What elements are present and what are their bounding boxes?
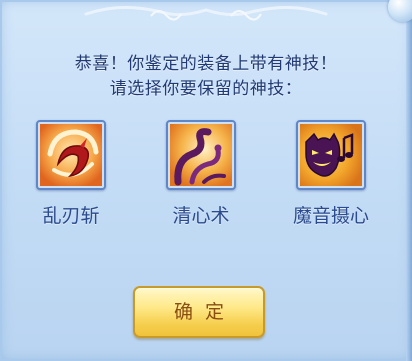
instruction-message: 请选择你要保留的神技： xyxy=(109,79,303,99)
demon-music-icon xyxy=(300,124,362,186)
skill-icon-frame[interactable] xyxy=(166,120,236,190)
skill-option-1[interactable]: 乱刃斩 xyxy=(16,120,126,228)
skill-select-dialog: 恭喜！你鉴定的装备上带有神技！ 请选择你要保留的神技： 乱刃斩 清心术 魔音摄心… xyxy=(0,0,412,361)
skill-icon-frame[interactable] xyxy=(296,120,366,190)
cloud-ornament xyxy=(84,5,328,21)
close-orb-icon[interactable] xyxy=(388,0,412,22)
confirm-button[interactable]: 确定 xyxy=(133,286,265,338)
skill-option-3[interactable]: 魔音摄心 xyxy=(276,120,386,228)
skill-option-2[interactable]: 清心术 xyxy=(146,120,256,228)
skill-name: 乱刃斩 xyxy=(42,205,100,227)
congrats-message: 恭喜！你鉴定的装备上带有神技！ xyxy=(74,54,338,74)
purple-tendril-icon xyxy=(170,124,232,186)
skill-name: 魔音摄心 xyxy=(292,205,369,227)
skill-name: 清心术 xyxy=(172,205,230,227)
swirling-blade-icon xyxy=(40,124,102,186)
skill-icon-frame[interactable] xyxy=(36,120,106,190)
